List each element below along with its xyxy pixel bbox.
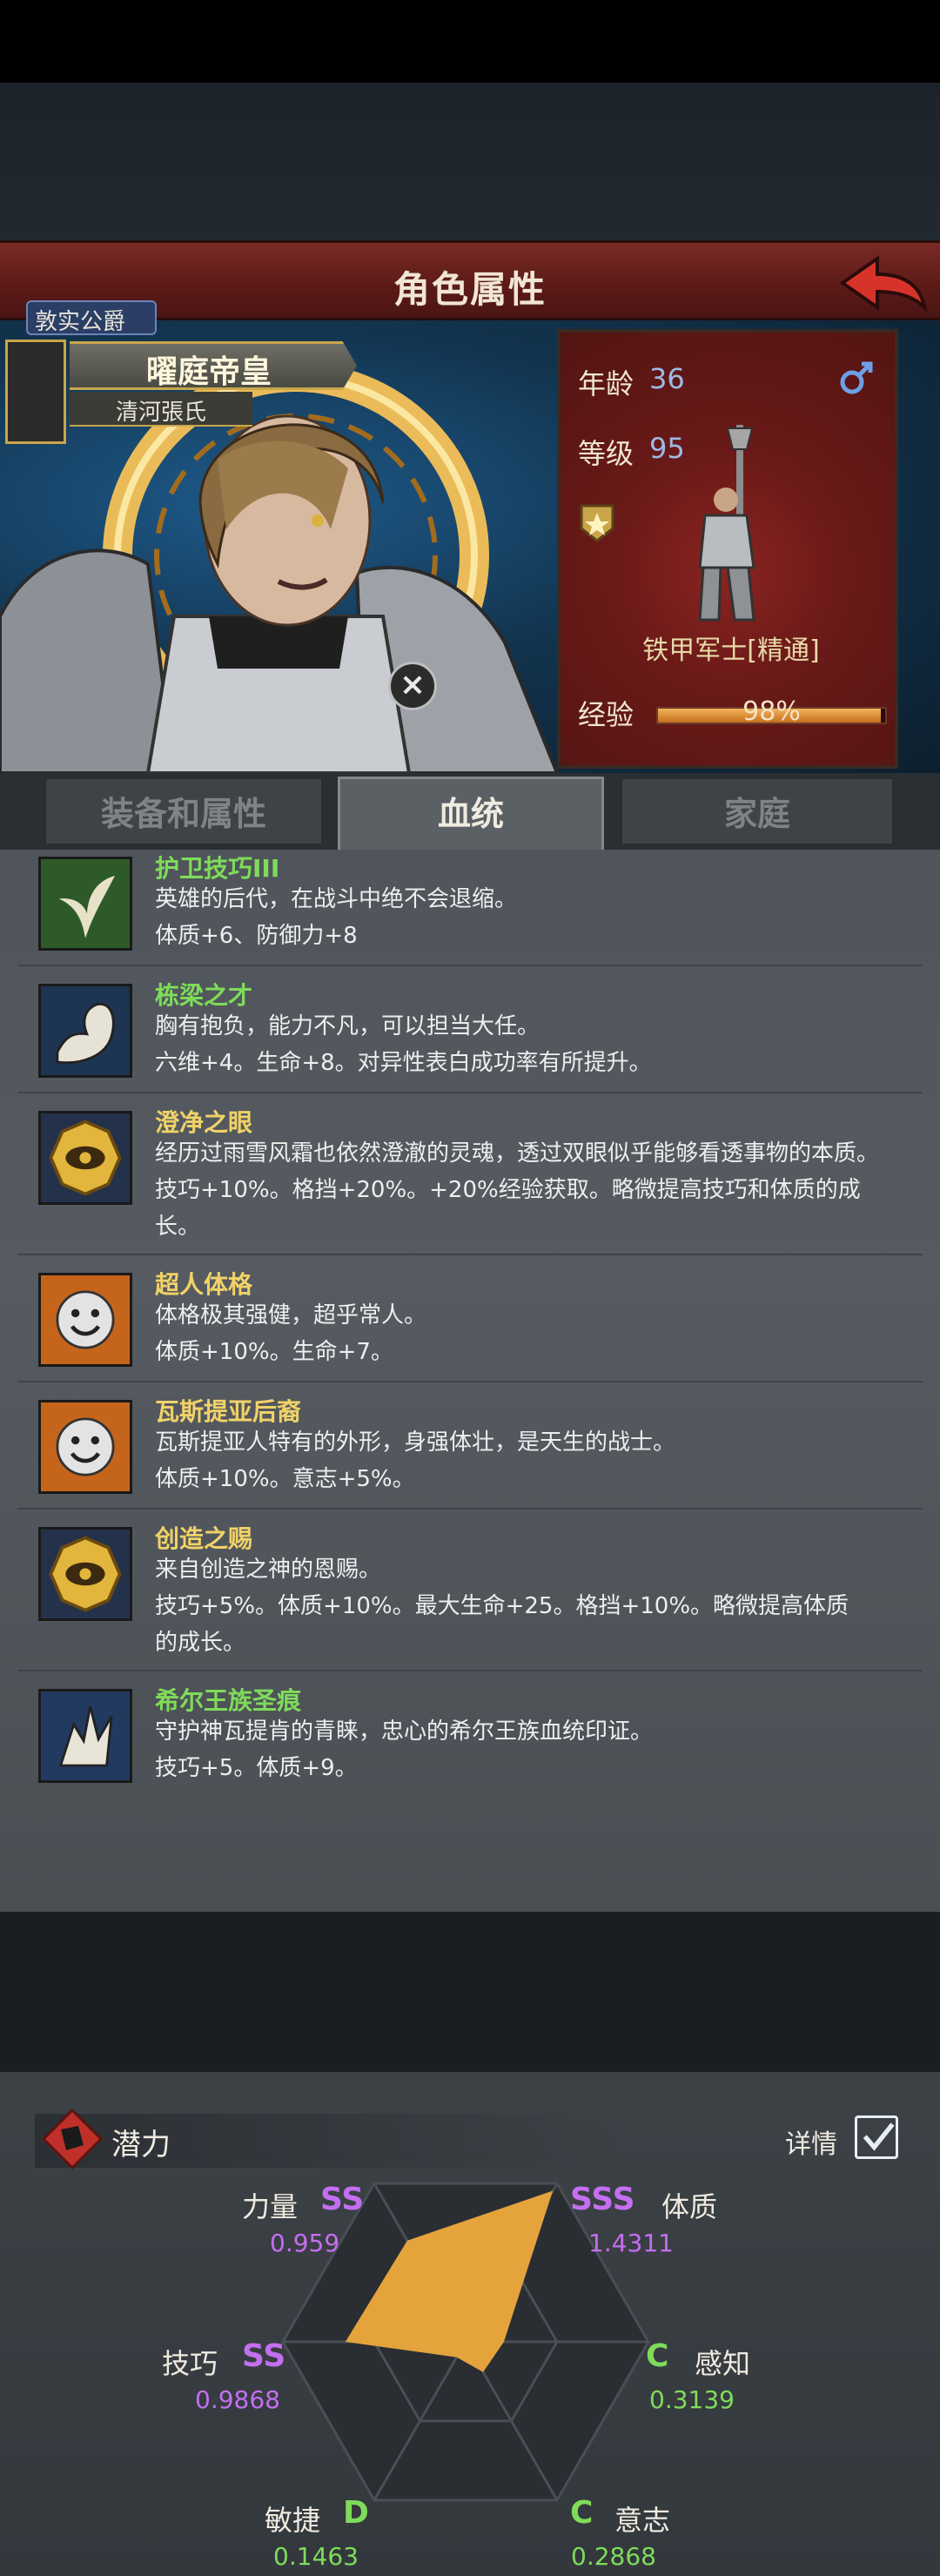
smiley-face-icon xyxy=(38,1400,132,1494)
trait-desc-line: 的成长。 xyxy=(155,1630,246,1656)
trait-divider xyxy=(17,1508,923,1510)
back-arrow-icon[interactable] xyxy=(834,252,930,314)
trait-desc-line: 六维+4。生命+8。对异性表白成功率有所提升。 xyxy=(155,1050,652,1076)
trait-desc-line: 技巧+5%。体质+10%。最大生命+25。格挡+10%。略微提高体质 xyxy=(155,1593,849,1619)
tab-equipment[interactable]: 装备和属性 xyxy=(44,777,324,846)
trait-name: 瓦斯提亚后裔 xyxy=(155,1397,302,1426)
trait-divider xyxy=(17,1092,923,1093)
trait-desc-line: 经历过雨雪风霜也依然澄澈的灵魂，透过双眼似乎能够看透事物的本质。 xyxy=(155,1140,880,1167)
trait-desc-line: 技巧+10%。格挡+20%。+20%经验获取。略微提高技巧和体质的成 xyxy=(155,1177,861,1203)
stat-name: 体质 xyxy=(661,2190,718,2223)
info-panel: 年龄 36 等级 95 铁甲军士[精通] 经验 98% xyxy=(557,329,898,769)
character-attributes-screen: 角色属性 敦实公爵 曜庭帝皇 清河張氏 × 年龄 36 等级 95 铁甲军士[精… xyxy=(0,0,940,2576)
stat-value: 1.4311 xyxy=(588,2229,674,2257)
trait-desc-line: 胸有抱负，能力不凡，可以担当大任。 xyxy=(155,1013,540,1039)
tab-bloodline[interactable]: 血统 xyxy=(338,777,604,851)
trait-desc-line: 来自创造之神的恩赐。 xyxy=(155,1557,382,1583)
trait-desc-line: 英雄的后代，在战斗中绝不会退缩。 xyxy=(155,886,518,912)
stat-name: 力量 xyxy=(242,2190,299,2223)
stat-name: 技巧 xyxy=(162,2347,218,2380)
class-knight-figure xyxy=(698,425,755,622)
clan-name: 清河張氏 xyxy=(115,400,206,426)
stat-grade: D xyxy=(343,2495,369,2531)
dismiss-icon[interactable]: × xyxy=(388,662,437,710)
trait-desc-line: 体质+10%。生命+7。 xyxy=(155,1339,393,1365)
stat-value: 0.2868 xyxy=(571,2542,656,2571)
trait-name: 护卫技巧III xyxy=(155,854,280,883)
stat-value: 0.9868 xyxy=(195,2385,280,2414)
class-name: 铁甲军士[精通] xyxy=(642,636,820,666)
smiley-face-icon xyxy=(38,1273,132,1367)
stat-grade: SSS xyxy=(570,2182,635,2217)
flexed-arm-icon xyxy=(38,984,132,1078)
leaf-sprout-icon xyxy=(38,857,132,951)
stat-name: 感知 xyxy=(695,2347,751,2380)
stat-grade: SS xyxy=(242,2338,286,2374)
trait-name: 澄净之眼 xyxy=(155,1108,253,1137)
stat-name: 敏捷 xyxy=(265,2504,321,2537)
trait-name: 栋梁之才 xyxy=(155,981,253,1010)
bloodline-trait-list[interactable]: 护卫技巧III 英雄的后代，在战斗中绝不会退缩。 体质+6、防御力+8 栋梁之才胸有抱… xyxy=(0,850,940,1912)
trait-divider xyxy=(17,1254,923,1255)
trait-desc-line: 体质+10%。意志+5%。 xyxy=(155,1466,415,1492)
golden-eye-icon xyxy=(38,1527,132,1621)
trait-desc-line: 守护神瓦提肯的青睐，忠心的希尔王族血统印证。 xyxy=(155,1718,654,1745)
trait-name: 创造之赐 xyxy=(155,1524,253,1553)
wolf-emblem-icon xyxy=(38,1689,132,1783)
male-icon xyxy=(840,361,873,394)
tab-family[interactable]: 家庭 xyxy=(620,777,895,846)
house-emblem-icon xyxy=(5,340,66,444)
stat-name: 意志 xyxy=(614,2504,671,2537)
trait-divider xyxy=(17,1381,923,1382)
potential-panel: 潜力 详情 力量 SS 0.959 体质 SSS 1.4311 感知 C 0.3139 意志 C 0.… xyxy=(0,2072,940,2576)
trait-divider xyxy=(17,1670,923,1671)
age-label: 年龄 xyxy=(578,367,634,400)
tab-bar: 装备和属性 血统 家庭 xyxy=(0,773,940,851)
age-value: 36 xyxy=(649,362,685,395)
exp-label: 经验 xyxy=(578,698,634,731)
golden-eye-icon xyxy=(38,1111,132,1205)
stat-grade: SS xyxy=(320,2182,365,2217)
trait-divider xyxy=(17,965,923,966)
trait-name: 希尔王族圣痕 xyxy=(155,1686,302,1715)
hero-name[interactable]: 曜庭帝皇 xyxy=(70,346,348,392)
trait-desc-line: 长。 xyxy=(155,1214,201,1240)
section-separator xyxy=(0,1912,940,2072)
title-badge-label: 敦实公爵 xyxy=(35,309,126,335)
exp-percent: 98% xyxy=(742,696,801,727)
stat-value: 0.959 xyxy=(270,2229,340,2257)
potential-radar-chart xyxy=(281,2182,650,2502)
trait-desc-line: 体格极其强健，超乎常人。 xyxy=(155,1302,427,1328)
stat-value: 0.1463 xyxy=(273,2542,359,2571)
trait-desc-line: 体质+6、防御力+8 xyxy=(155,923,358,949)
stat-grade: C xyxy=(646,2338,669,2374)
trait-name: 超人体格 xyxy=(155,1270,253,1299)
stat-grade: C xyxy=(570,2495,594,2531)
level-label: 等级 xyxy=(578,437,634,470)
title-badge: 敦实公爵 xyxy=(26,300,157,335)
stat-value: 0.3139 xyxy=(649,2385,735,2414)
class-badge-icon[interactable] xyxy=(578,502,616,544)
trait-desc-line: 技巧+5。体质+9。 xyxy=(155,1755,358,1781)
trait-desc-line: 瓦斯提亚人特有的外形，身强体壮，是天生的战士。 xyxy=(155,1429,676,1456)
